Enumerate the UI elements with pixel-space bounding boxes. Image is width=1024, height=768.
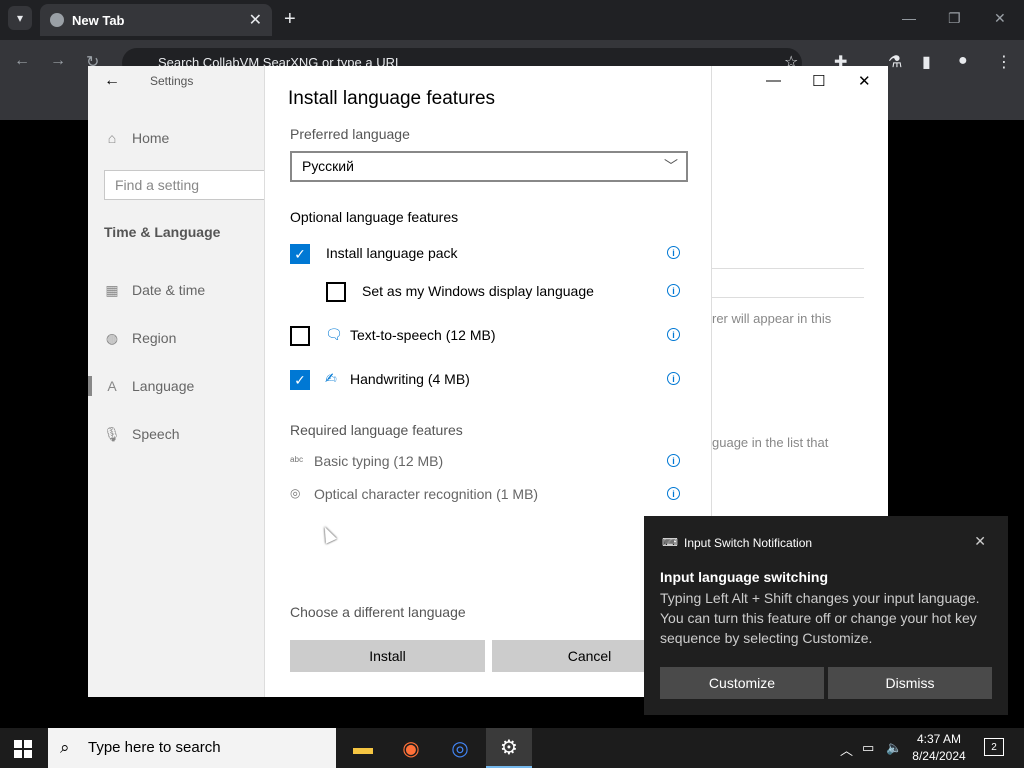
restore-icon[interactable]: ❐ bbox=[948, 10, 961, 27]
settings-gear-icon[interactable]: ⚙ bbox=[486, 728, 532, 768]
text-to-speech-checkbox[interactable] bbox=[290, 326, 310, 346]
network-icon[interactable]: ▭ bbox=[862, 740, 874, 756]
clock-time: 4:37 AM bbox=[916, 732, 962, 746]
profile-icon[interactable]: ● bbox=[958, 52, 968, 70]
forward-icon[interactable]: → bbox=[50, 52, 66, 70]
display-language-checkbox[interactable] bbox=[326, 282, 346, 302]
install-language-pack-label: Install language pack bbox=[326, 245, 458, 261]
install-button[interactable]: Install bbox=[290, 640, 485, 672]
volume-muted-icon[interactable]: 🔈 bbox=[886, 740, 902, 756]
required-features-label: Required language features bbox=[290, 422, 463, 438]
back-arrow-icon[interactable]: ← bbox=[104, 72, 120, 90]
show-hidden-icons-icon[interactable]: ︿ bbox=[840, 740, 853, 759]
find-setting-input[interactable]: Find a setting bbox=[104, 170, 280, 200]
settings-minimize-icon[interactable]: — bbox=[766, 72, 781, 89]
close-window-icon[interactable]: ✕ bbox=[994, 10, 1006, 27]
back-icon[interactable]: ← bbox=[14, 52, 30, 70]
settings-close-icon[interactable]: ✕ bbox=[858, 72, 871, 90]
globe-icon bbox=[50, 13, 64, 27]
toast-body: Typing Left Alt + Shift changes your inp… bbox=[660, 590, 980, 646]
nav-date-time-label: Date & time bbox=[132, 282, 206, 298]
handwriting-icon: ✍ bbox=[325, 370, 337, 386]
taskbar-search-input[interactable]: ⌕ Type here to search bbox=[48, 728, 336, 768]
side-panel-icon[interactable]: ▮ bbox=[922, 52, 931, 72]
nav-language-label: Language bbox=[132, 378, 195, 394]
settings-sidebar: ← Settings ⌂ Home Find a setting Time & … bbox=[88, 66, 280, 697]
file-explorer-icon[interactable]: ▬ bbox=[340, 728, 386, 768]
info-icon[interactable]: i bbox=[667, 454, 680, 467]
nav-region-label: Region bbox=[132, 330, 177, 346]
info-icon[interactable]: i bbox=[667, 284, 680, 297]
browser-tab-title: New Tab bbox=[72, 12, 125, 28]
labs-icon[interactable]: ⚗ bbox=[888, 52, 902, 72]
taskbar: ⌕ Type here to search ▬ ◉ ◎ ⚙ ︿ ▭ 🔈 4:37… bbox=[0, 728, 1024, 768]
ocr-icon: ◎ bbox=[290, 486, 301, 500]
nav-date-time[interactable]: ▦ Date & time bbox=[104, 281, 206, 299]
search-icon: ⌕ bbox=[60, 738, 70, 757]
preferred-language-select[interactable]: Русский ﹀ bbox=[290, 151, 688, 182]
optional-features-label: Optional language features bbox=[290, 209, 459, 225]
settings-title: Settings bbox=[150, 74, 194, 88]
section-title: Time & Language bbox=[104, 224, 221, 240]
text-to-speech-label: Text-to-speech (12 MB) bbox=[350, 327, 496, 343]
globe-icon: ◍ bbox=[105, 329, 119, 346]
language-icon: A bbox=[107, 378, 117, 394]
browser-tab-strip: ▾ New Tab ✕ + — ❐ ✕ bbox=[0, 0, 1024, 40]
preferred-language-label: Preferred language bbox=[290, 126, 410, 142]
customize-button[interactable]: Customize bbox=[660, 667, 824, 699]
menu-icon[interactable]: ⋮ bbox=[996, 52, 1012, 72]
nav-language[interactable]: A Language bbox=[104, 378, 194, 394]
toast-title: Input language switching bbox=[660, 569, 828, 585]
system-clock[interactable]: 4:37 AM 8/24/2024 bbox=[910, 731, 968, 765]
toast-app-name: Input Switch Notification bbox=[684, 536, 813, 550]
handwriting-label: Handwriting (4 MB) bbox=[350, 371, 470, 387]
keyboard-icon: ⌨ bbox=[662, 537, 678, 549]
taskbar-search-placeholder: Type here to search bbox=[88, 739, 221, 756]
home-icon: ⌂ bbox=[107, 130, 117, 146]
settings-maximize-icon[interactable]: ☐ bbox=[812, 72, 825, 90]
active-indicator bbox=[88, 376, 92, 396]
clock-date: 8/24/2024 bbox=[912, 749, 966, 763]
info-icon[interactable]: i bbox=[667, 372, 680, 385]
close-tab-icon[interactable]: ✕ bbox=[249, 10, 262, 30]
background-text-1: rer will appear in this bbox=[712, 311, 832, 326]
text-to-speech-icon: 🗨 bbox=[325, 326, 343, 342]
toast-close-icon[interactable]: ✕ bbox=[974, 533, 986, 550]
new-tab-icon[interactable]: + bbox=[284, 8, 296, 31]
display-language-label: Set as my Windows display language bbox=[362, 283, 594, 299]
nav-region[interactable]: ◍ Region bbox=[104, 329, 177, 347]
windows-start-icon[interactable] bbox=[14, 740, 32, 758]
info-icon[interactable]: i bbox=[667, 328, 680, 341]
tab-search-dropdown-icon[interactable]: ▾ bbox=[8, 6, 32, 30]
microphone-icon: 🎙 bbox=[103, 425, 121, 442]
action-center-icon[interactable]: 2 bbox=[984, 738, 1004, 756]
dismiss-button[interactable]: Dismiss bbox=[828, 667, 992, 699]
install-language-pack-checkbox[interactable]: ✓ bbox=[290, 244, 310, 264]
ocr-label: Optical character recognition (1 MB) bbox=[314, 486, 539, 502]
chrome-icon[interactable]: ◎ bbox=[437, 728, 483, 768]
dialog-title: Install language features bbox=[288, 88, 496, 109]
nav-speech-label: Speech bbox=[132, 426, 180, 442]
input-switch-notification: ⌨ Input Switch Notification ✕ Input lang… bbox=[644, 516, 1008, 715]
preferred-language-value: Русский bbox=[302, 158, 354, 174]
background-dropdown bbox=[712, 268, 864, 298]
chevron-down-icon: ﹀ bbox=[664, 158, 678, 174]
abc-icon: ᵃᵇᶜ bbox=[290, 454, 304, 468]
choose-different-language-link[interactable]: Choose a different language bbox=[290, 604, 466, 620]
basic-typing-label: Basic typing (12 MB) bbox=[314, 453, 444, 469]
firefox-icon[interactable]: ◉ bbox=[388, 728, 434, 768]
nav-home[interactable]: ⌂ Home bbox=[104, 130, 170, 146]
browser-tab[interactable]: New Tab ✕ bbox=[40, 4, 272, 36]
calendar-icon: ▦ bbox=[105, 281, 119, 298]
nav-home-label: Home bbox=[132, 130, 170, 146]
background-text-2: guage in the list that bbox=[712, 435, 829, 450]
minimize-icon[interactable]: — bbox=[902, 10, 916, 26]
info-icon[interactable]: i bbox=[667, 246, 680, 259]
nav-speech[interactable]: 🎙 Speech bbox=[103, 425, 180, 443]
notification-count: 2 bbox=[991, 741, 997, 753]
handwriting-checkbox[interactable]: ✓ bbox=[290, 370, 310, 390]
info-icon[interactable]: i bbox=[667, 487, 680, 500]
